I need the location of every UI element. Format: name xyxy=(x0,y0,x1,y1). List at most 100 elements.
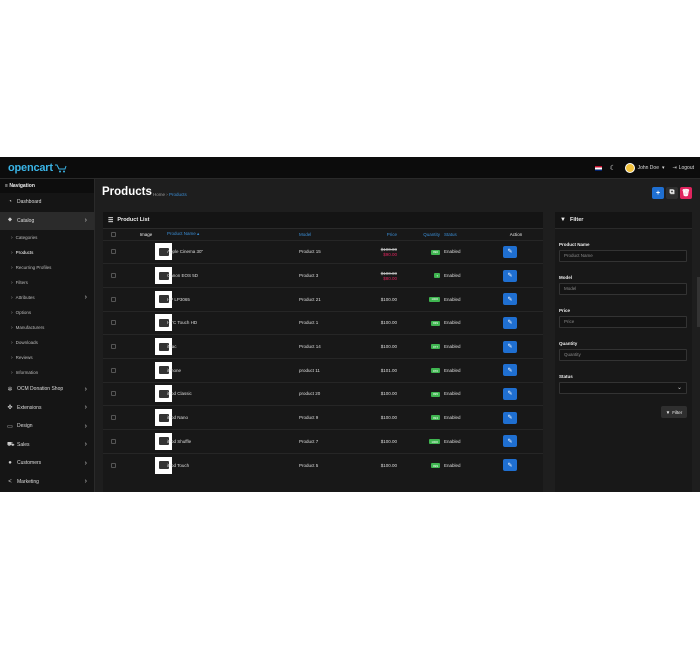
moon-icon[interactable]: ☾ xyxy=(610,165,617,172)
row-select-cell xyxy=(103,357,125,383)
edit-button[interactable]: ✎ xyxy=(503,459,517,472)
product-action-cell: ✎ xyxy=(489,334,543,359)
sidebar-item-marketing[interactable]: < Marketing › xyxy=(0,473,94,492)
sidebar-subitem-label: Categories xyxy=(15,235,38,240)
sidebar-subitem-information[interactable]: › Information xyxy=(0,365,94,380)
row-checkbox[interactable] xyxy=(111,249,116,255)
delete-button[interactable]: 🗑 xyxy=(680,187,692,199)
product-price-cell: $100.00 xyxy=(361,452,403,477)
product-image-cell xyxy=(125,334,172,359)
edit-button[interactable]: ✎ xyxy=(503,316,517,329)
cart-icon: ⛟ xyxy=(7,441,15,448)
product-price: $101.00 xyxy=(380,367,397,373)
breadcrumb: Home › Products xyxy=(153,192,187,197)
pencil-icon: ✎ xyxy=(507,415,513,422)
column-header-quantity[interactable]: Quantity xyxy=(403,229,444,240)
sidebar-subitem-filters[interactable]: › Filters xyxy=(0,275,94,290)
column-header-label: Product Name xyxy=(167,231,196,237)
row-checkbox[interactable] xyxy=(111,344,116,350)
sidebar-subitem-attributes[interactable]: › Attributes › xyxy=(0,290,94,305)
row-checkbox[interactable] xyxy=(111,415,116,421)
row-checkbox[interactable] xyxy=(111,296,116,302)
sidebar-subitem-categories[interactable]: › Categories xyxy=(0,230,94,245)
sidebar-subitem-downloads[interactable]: › Downloads xyxy=(0,335,94,350)
sidebar-subitem-products[interactable]: › Products xyxy=(0,245,94,260)
row-checkbox[interactable] xyxy=(111,320,116,326)
sidebar-item-ocm-donation-shop[interactable]: ✲ OCM Donation Shop › xyxy=(0,380,94,399)
filter-price-input[interactable]: Price xyxy=(559,316,687,328)
sidebar-subitem-recurring-profiles[interactable]: › Recurring Profiles xyxy=(0,260,94,275)
product-image-cell xyxy=(125,405,172,430)
breadcrumb-home[interactable]: Home xyxy=(153,192,165,197)
sidebar-item-dashboard[interactable]: ◔ Dashboard xyxy=(0,193,94,212)
product-price-cell: $100.00 xyxy=(361,310,403,335)
edit-button[interactable]: ✎ xyxy=(503,245,517,258)
chevron-right-icon: › xyxy=(11,309,13,316)
sidebar-subitem-reviews[interactable]: › Reviews xyxy=(0,350,94,365)
filter-panel: ▼ Filter Product Name Product Name Model… xyxy=(555,212,692,492)
edit-button[interactable]: ✎ xyxy=(503,387,517,400)
sidebar-item-design[interactable]: ▭ Design › xyxy=(0,417,94,436)
product-price-cell: $100.00 xyxy=(361,429,403,454)
column-header-model[interactable]: Model xyxy=(299,229,361,240)
sidebar-subitem-options[interactable]: › Options xyxy=(0,305,94,320)
column-header-product-name[interactable]: Product Name ▴ xyxy=(167,229,299,240)
column-header-status[interactable]: Status xyxy=(444,229,489,240)
edit-button[interactable]: ✎ xyxy=(503,411,517,424)
sidebar-item-sales[interactable]: ⛟ Sales › xyxy=(0,436,94,455)
pencil-icon: ✎ xyxy=(507,296,513,303)
sidebar-header: ≡ Navigation xyxy=(0,179,94,193)
sidebar-item-extensions[interactable]: ✤ Extensions › xyxy=(0,399,94,418)
sidebar-item-customers[interactable]: ● Customers › xyxy=(0,454,94,473)
edit-button[interactable]: ✎ xyxy=(503,364,517,377)
chevron-right-icon: › xyxy=(11,324,13,331)
user-menu[interactable]: John Doe ▾ xyxy=(624,163,665,173)
product-quantity-cell: 995 xyxy=(403,381,444,406)
edit-button[interactable]: ✎ xyxy=(503,435,517,448)
row-checkbox[interactable] xyxy=(111,273,116,279)
filter-button[interactable]: ▼ Filter xyxy=(661,406,687,418)
copy-button[interactable]: ⧉ xyxy=(666,187,678,199)
filter-model-input[interactable]: Model xyxy=(559,283,687,295)
row-checkbox[interactable] xyxy=(111,462,116,468)
opencart-logo[interactable]: opencart xyxy=(8,161,67,175)
pencil-icon: ✎ xyxy=(507,320,513,327)
column-header-price[interactable]: Price xyxy=(361,229,403,240)
edit-button[interactable]: ✎ xyxy=(503,293,517,306)
product-list-header: ☰ Product List xyxy=(103,212,543,229)
top-header: opencart ☾ John Doe ▾ ⇥ Logout xyxy=(0,157,700,179)
quantity-badge: 1000 xyxy=(429,439,440,445)
special-price: $90.00 xyxy=(383,251,397,257)
pencil-icon: ✎ xyxy=(507,391,513,398)
chevron-right-icon: › xyxy=(84,478,87,486)
filter-status-select[interactable]: ⌄ xyxy=(559,382,687,394)
sidebar-item-catalog[interactable]: ⬥ Catalog › xyxy=(0,211,94,230)
language-flag-icon[interactable] xyxy=(594,165,602,171)
row-checkbox[interactable] xyxy=(111,438,116,444)
breadcrumb-current[interactable]: Products xyxy=(169,192,187,197)
edit-button[interactable]: ✎ xyxy=(503,340,517,353)
chevron-right-icon: › xyxy=(84,385,87,393)
row-select-cell xyxy=(103,429,125,454)
filter-quantity-input[interactable]: Quantity xyxy=(559,349,687,361)
row-checkbox[interactable] xyxy=(111,391,116,397)
product-quantity-cell: 977 xyxy=(403,334,444,359)
row-select-cell xyxy=(103,405,125,430)
product-name-cell: Canon EOS 5D xyxy=(167,263,299,288)
select-all-header xyxy=(103,229,125,240)
row-checkbox[interactable] xyxy=(111,367,116,373)
add-new-button[interactable]: + xyxy=(652,187,664,199)
product-price-cell: $100.00 $80.00 xyxy=(361,263,403,288)
edit-button[interactable]: ✎ xyxy=(503,269,517,282)
quantity-badge: 7 xyxy=(434,273,440,279)
page-header: Products Home › Products + ⧉ 🗑 xyxy=(95,179,700,209)
quantity-badge: 994 xyxy=(430,415,440,421)
filter-product-name-input[interactable]: Product Name xyxy=(559,250,687,262)
quantity-badge: 977 xyxy=(430,344,440,350)
select-all-checkbox[interactable] xyxy=(111,231,116,237)
logout-link[interactable]: ⇥ Logout xyxy=(673,165,695,171)
product-name-cell: iPod Classic xyxy=(167,381,299,406)
product-price: $100.00 xyxy=(380,391,397,397)
sidebar-subitem-manufacturers[interactable]: › Manufacturers xyxy=(0,320,94,335)
product-action-cell: ✎ xyxy=(489,263,543,288)
